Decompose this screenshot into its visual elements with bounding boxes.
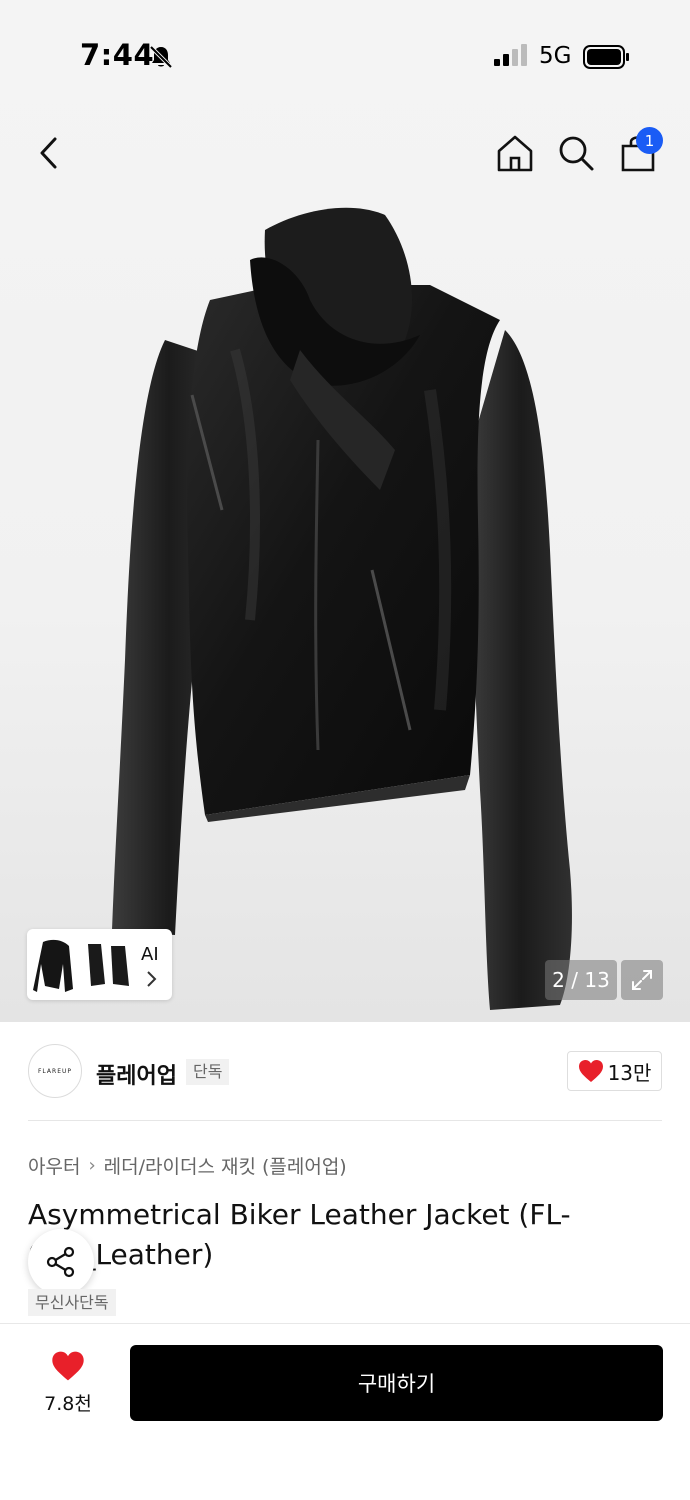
home-button[interactable] — [490, 128, 540, 178]
image-counter: 2 / 13 — [545, 960, 617, 1000]
thumbnail-image — [33, 934, 133, 996]
exclusive-badge: 무신사단독 — [28, 1289, 116, 1316]
search-button[interactable] — [551, 128, 601, 178]
cart-count-badge: 1 — [636, 127, 663, 154]
ai-label: AI — [141, 944, 159, 965]
back-button[interactable] — [24, 128, 74, 178]
product-image — [112, 207, 572, 1010]
product-image-gallery[interactable]: 7:44 5G 1 AI 2 / 13 — [0, 0, 690, 1022]
brand-exclusive-badge: 단독 — [186, 1059, 230, 1085]
brand-name[interactable]: 플레어업 — [96, 1058, 177, 1090]
home-icon — [497, 135, 533, 172]
signal-icon — [494, 44, 527, 66]
brand-logo[interactable]: FLAREUP — [28, 1044, 82, 1098]
battery-icon — [583, 45, 629, 69]
chevron-right-icon: › — [88, 1155, 96, 1176]
divider — [28, 1120, 662, 1121]
buy-button[interactable]: 구매하기 — [130, 1345, 663, 1421]
subcategory-link[interactable]: 레더/라이더스 재킷 (플레어업) — [104, 1152, 347, 1179]
share-icon — [46, 1246, 75, 1278]
category-link[interactable]: 아우터 — [28, 1152, 80, 1179]
bell-muted-icon — [149, 45, 173, 69]
expand-button[interactable] — [621, 960, 663, 1000]
category-breadcrumb: 아우터 › 레더/라이더스 재킷 (플레어업) — [28, 1152, 347, 1179]
status-bar: 7:44 5G — [0, 0, 690, 110]
brand-like-button[interactable]: 13만 — [567, 1051, 662, 1091]
status-time: 7:44 — [80, 38, 155, 72]
share-button[interactable] — [28, 1229, 94, 1295]
brand-like-count: 13만 — [607, 1060, 652, 1085]
search-icon — [559, 136, 594, 171]
network-label: 5G — [539, 43, 572, 69]
chevron-left-icon — [40, 137, 57, 169]
expand-icon — [632, 970, 652, 990]
heart-icon — [578, 1060, 603, 1082]
chevron-right-icon — [147, 971, 157, 987]
product-title: Asymmetrical Biker Leather Jacket (FL-04… — [28, 1198, 571, 1271]
heart-icon — [52, 1351, 84, 1381]
wishlist-count: 7.8천 — [44, 1393, 92, 1415]
